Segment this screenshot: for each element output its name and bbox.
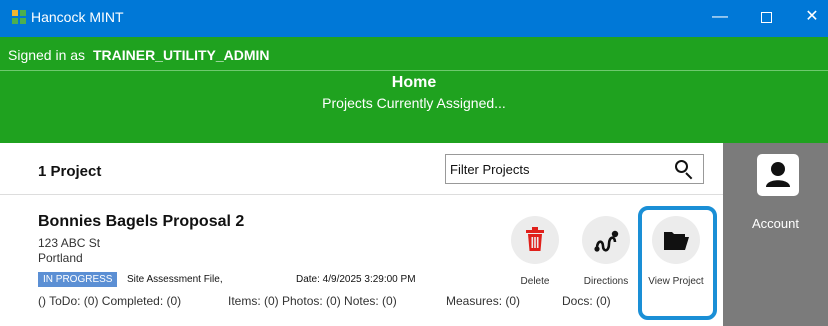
account-button[interactable]: [757, 154, 799, 196]
list-divider: [0, 194, 723, 195]
items-stats: Items: (0) Photos: (0) Notes: (0): [228, 294, 397, 308]
filter-projects-text: Filter Projects: [450, 162, 530, 177]
close-button[interactable]: ✕: [789, 0, 828, 37]
filter-projects-input[interactable]: Filter Projects: [445, 154, 704, 184]
side-panel: Account: [723, 143, 828, 326]
signed-in-prefix: Signed in as: [8, 47, 86, 63]
trash-icon: [526, 227, 544, 251]
project-address-line1: 123 ABC St: [38, 236, 101, 250]
person-icon: [766, 162, 790, 187]
page-title: Home: [391, 74, 437, 91]
minimize-button[interactable]: —: [697, 0, 743, 37]
project-count: 1 Project: [38, 163, 102, 180]
projects-panel: 1 Project Filter Projects Bonnies Bagels…: [0, 143, 723, 326]
project-file-type: Site Assessment File,: [127, 274, 223, 285]
page-subtitle: Projects Currently Assigned...: [322, 95, 506, 111]
close-icon: ✕: [805, 8, 819, 25]
view-project-highlight: [638, 206, 717, 320]
signed-in-username: TRAINER_UTILITY_ADMIN: [92, 47, 270, 63]
todo-stats: () ToDo: (0) Completed: (0): [38, 294, 182, 308]
maximize-icon: [760, 12, 772, 23]
minimize-icon: —: [712, 8, 728, 25]
header-divider: [0, 70, 828, 71]
delete-label: Delete: [520, 276, 550, 287]
directions-label: Directions: [583, 276, 629, 287]
app-window: Hancock MINT — ✕ Signed in as TRAINER_UT…: [0, 0, 828, 326]
title-bar[interactable]: Hancock MINT — ✕: [0, 0, 828, 37]
page-header: Signed in as TRAINER_UTILITY_ADMIN Home …: [0, 37, 828, 143]
measures-stats: Measures: (0): [446, 294, 521, 308]
project-date: Date: 4/9/2025 3:29:00 PM: [296, 274, 416, 285]
directions-button[interactable]: Directions: [576, 216, 636, 287]
maximize-button[interactable]: [743, 0, 789, 37]
search-icon[interactable]: [674, 159, 694, 180]
docs-stats: Docs: (0): [562, 294, 611, 308]
project-address-line2: Portland: [38, 251, 83, 265]
route-icon: [594, 230, 619, 252]
status-badge: IN PROGRESS: [38, 272, 118, 287]
project-name: Bonnies Bagels Proposal 2: [38, 213, 245, 230]
window-title: Hancock MINT: [31, 9, 124, 25]
account-label[interactable]: Account: [723, 216, 828, 231]
delete-button-circle[interactable]: [511, 216, 559, 264]
signed-in-status: Signed in as TRAINER_UTILITY_ADMIN: [8, 47, 270, 63]
delete-button[interactable]: Delete: [505, 216, 565, 287]
directions-button-circle[interactable]: [582, 216, 630, 264]
app-logo-icon: [12, 10, 26, 24]
